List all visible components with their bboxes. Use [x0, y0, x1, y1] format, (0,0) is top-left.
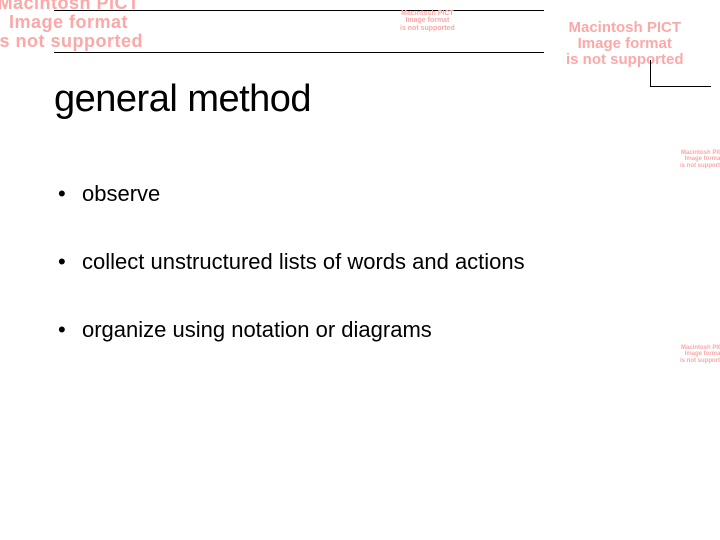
list-item: observe: [54, 181, 664, 207]
top-rule-2: [54, 52, 544, 53]
pict-error-side-1: Macintosh PICT Image format is not suppo…: [680, 150, 720, 169]
pict-error-top-right: Macintosh PICT Image format is not suppo…: [566, 20, 684, 67]
pict-error-top-center: Macintosh PICT Image format is not suppo…: [400, 10, 455, 32]
pict-error-side-2: Macintosh PICT Image format is not suppo…: [680, 345, 720, 364]
bullet-list: observe collect unstructured lists of wo…: [54, 181, 664, 343]
top-rule-1: [54, 10, 544, 11]
pict-error-top-left: Macintosh PICT Image format is not suppo…: [0, 0, 143, 51]
slide-title: general method: [54, 78, 664, 121]
list-item: organize using notation or diagrams: [54, 317, 664, 343]
slide: general method observe collect unstructu…: [54, 78, 664, 385]
list-item: collect unstructured lists of words and …: [54, 249, 664, 275]
